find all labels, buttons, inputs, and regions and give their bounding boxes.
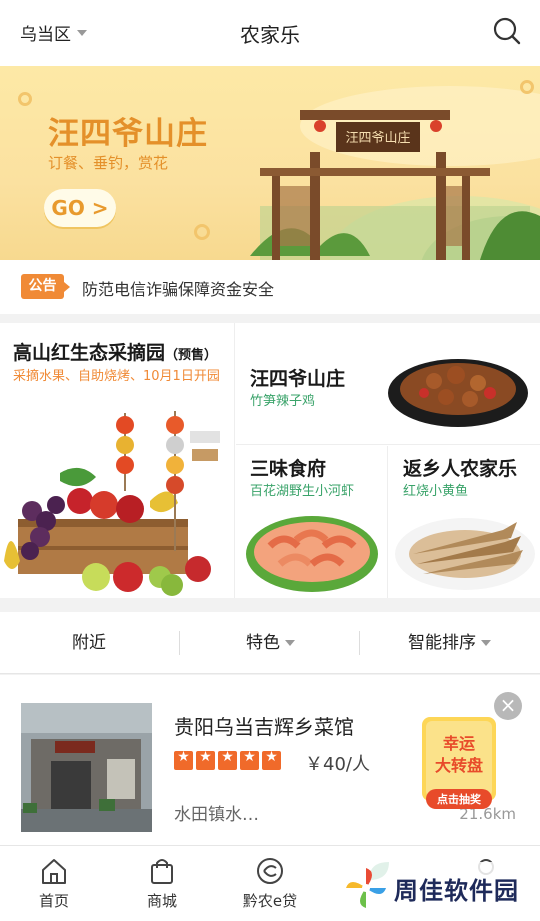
star-icon [218, 749, 237, 770]
star-icon [240, 749, 259, 770]
star-rating [174, 749, 281, 770]
pinwheel-logo-icon [346, 868, 386, 908]
price-per-person: ￥40/人 [305, 754, 370, 775]
promo-line1: 幸运 [443, 734, 475, 753]
gate-sign: 汪四爷山庄 [345, 130, 410, 145]
filter-bar: 附近 特色 智能排序 [0, 612, 540, 674]
watermark: 周佳软件园 [344, 862, 534, 914]
featured-subtitle: 红烧小黄鱼 [403, 484, 469, 499]
watermark-text: 周佳软件园 [394, 876, 519, 905]
featured-grid: 高山红生态采摘园（预售） 采摘水果、自助烧烤、10月1日开园 汪四爷山庄 竹笋辣… [0, 323, 540, 598]
decoration-dot [18, 92, 32, 106]
featured-card-fanxiangren[interactable]: 返乡人农家乐 红烧小黄鱼 [389, 446, 540, 598]
featured-subtitle: 采摘水果、自助烧烤、10月1日开园 [13, 369, 220, 384]
shopping-bag-icon [151, 859, 173, 884]
banner-go-button[interactable]: GO > [44, 189, 116, 227]
page-title: 农家乐 [240, 23, 300, 47]
decoration-dot [194, 224, 210, 240]
close-promo-button[interactable]: × [494, 692, 522, 720]
promo-banner[interactable]: 汪四爷山庄 订餐、垂钓，赏花 GO > 汪四爷山庄 [0, 66, 540, 260]
nav-label: 黔农e贷 [242, 892, 298, 910]
star-icon [196, 749, 215, 770]
list-item[interactable]: 贵阳乌当吉辉乡菜馆 ￥40/人 水田镇水… 21.6km 幸运 大转盘 点击抽奖… [0, 675, 540, 845]
featured-card-sanwei[interactable]: 三味食府 百花湖野生小河虾 [236, 446, 388, 598]
spicy-chicken-image [388, 359, 528, 427]
nav-loan[interactable]: 黔农e贷 [216, 856, 324, 911]
restaurant-photo [21, 703, 152, 832]
filter-nearby[interactable]: 附近 [72, 612, 106, 674]
notice-text: 防范电信诈骗保障资金安全 [82, 280, 275, 299]
star-icon [174, 749, 193, 770]
app-header: 乌当区 农家乐 [0, 0, 540, 66]
search-icon[interactable] [492, 16, 522, 46]
restaurant-address: 水田镇水… [174, 805, 259, 825]
featured-card-orchard[interactable]: 高山红生态采摘园（预售） 采摘水果、自助烧烤、10月1日开园 [0, 323, 235, 598]
featured-title: 三味食府 [250, 458, 327, 480]
nav-mall[interactable]: 商城 [108, 856, 216, 911]
featured-subtitle: 百花湖野生小河虾 [250, 484, 355, 499]
divider [179, 631, 180, 655]
decoration-dot [520, 80, 534, 94]
featured-title: 汪四爷山庄 [250, 368, 346, 390]
nav-label: 首页 [38, 892, 69, 910]
caret-down-icon [481, 640, 491, 646]
nav-label: 商城 [146, 892, 177, 910]
featured-title: 返乡人农家乐 [403, 458, 518, 480]
restaurant-name: 贵阳乌当吉辉乡菜馆 [174, 715, 354, 739]
notice-bar[interactable]: 公告 防范电信诈骗保障资金安全 [0, 260, 540, 314]
notice-badge: 公告 [21, 274, 70, 299]
promo-cta: 点击抽奖 [437, 792, 482, 806]
fruit-basket-image [4, 411, 220, 596]
home-icon [42, 859, 66, 884]
divider [359, 631, 360, 655]
braised-fish-image [395, 518, 535, 590]
village-gate-illustration: 汪四爷山庄 [250, 110, 540, 260]
star-icon [262, 749, 281, 770]
banner-subtitle: 订餐、垂钓，赏花 [48, 154, 169, 172]
featured-subtitle: 竹笋辣子鸡 [250, 394, 316, 409]
featured-title: 高山红生态采摘园（预售） [13, 342, 218, 364]
nav-home[interactable]: 首页 [0, 856, 108, 911]
filter-feature[interactable]: 特色 [246, 612, 295, 674]
loan-icon [257, 858, 283, 884]
river-shrimp-image [246, 516, 378, 592]
filter-sort[interactable]: 智能排序 [408, 612, 491, 674]
lottery-promo[interactable]: 幸运 大转盘 点击抽奖 [418, 713, 500, 813]
promo-line2: 大转盘 [435, 756, 483, 775]
caret-down-icon [285, 640, 295, 646]
banner-title: 汪四爷山庄 [48, 116, 208, 152]
featured-card-wangsiye[interactable]: 汪四爷山庄 竹笋辣子鸡 [236, 323, 540, 445]
